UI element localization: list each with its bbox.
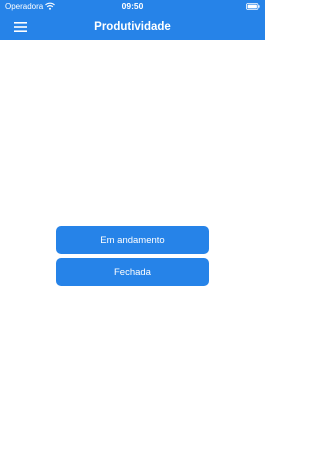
in-progress-button[interactable]: Em andamento (56, 226, 209, 254)
closed-button[interactable]: Fechada (56, 258, 209, 286)
status-time: 09:50 (121, 1, 144, 11)
battery-icon (246, 3, 260, 10)
app-header: Operadora 09:50 Produtividade (0, 0, 265, 40)
page-title: Produtividade (94, 21, 171, 33)
status-bar: Operadora 09:50 (0, 0, 265, 13)
